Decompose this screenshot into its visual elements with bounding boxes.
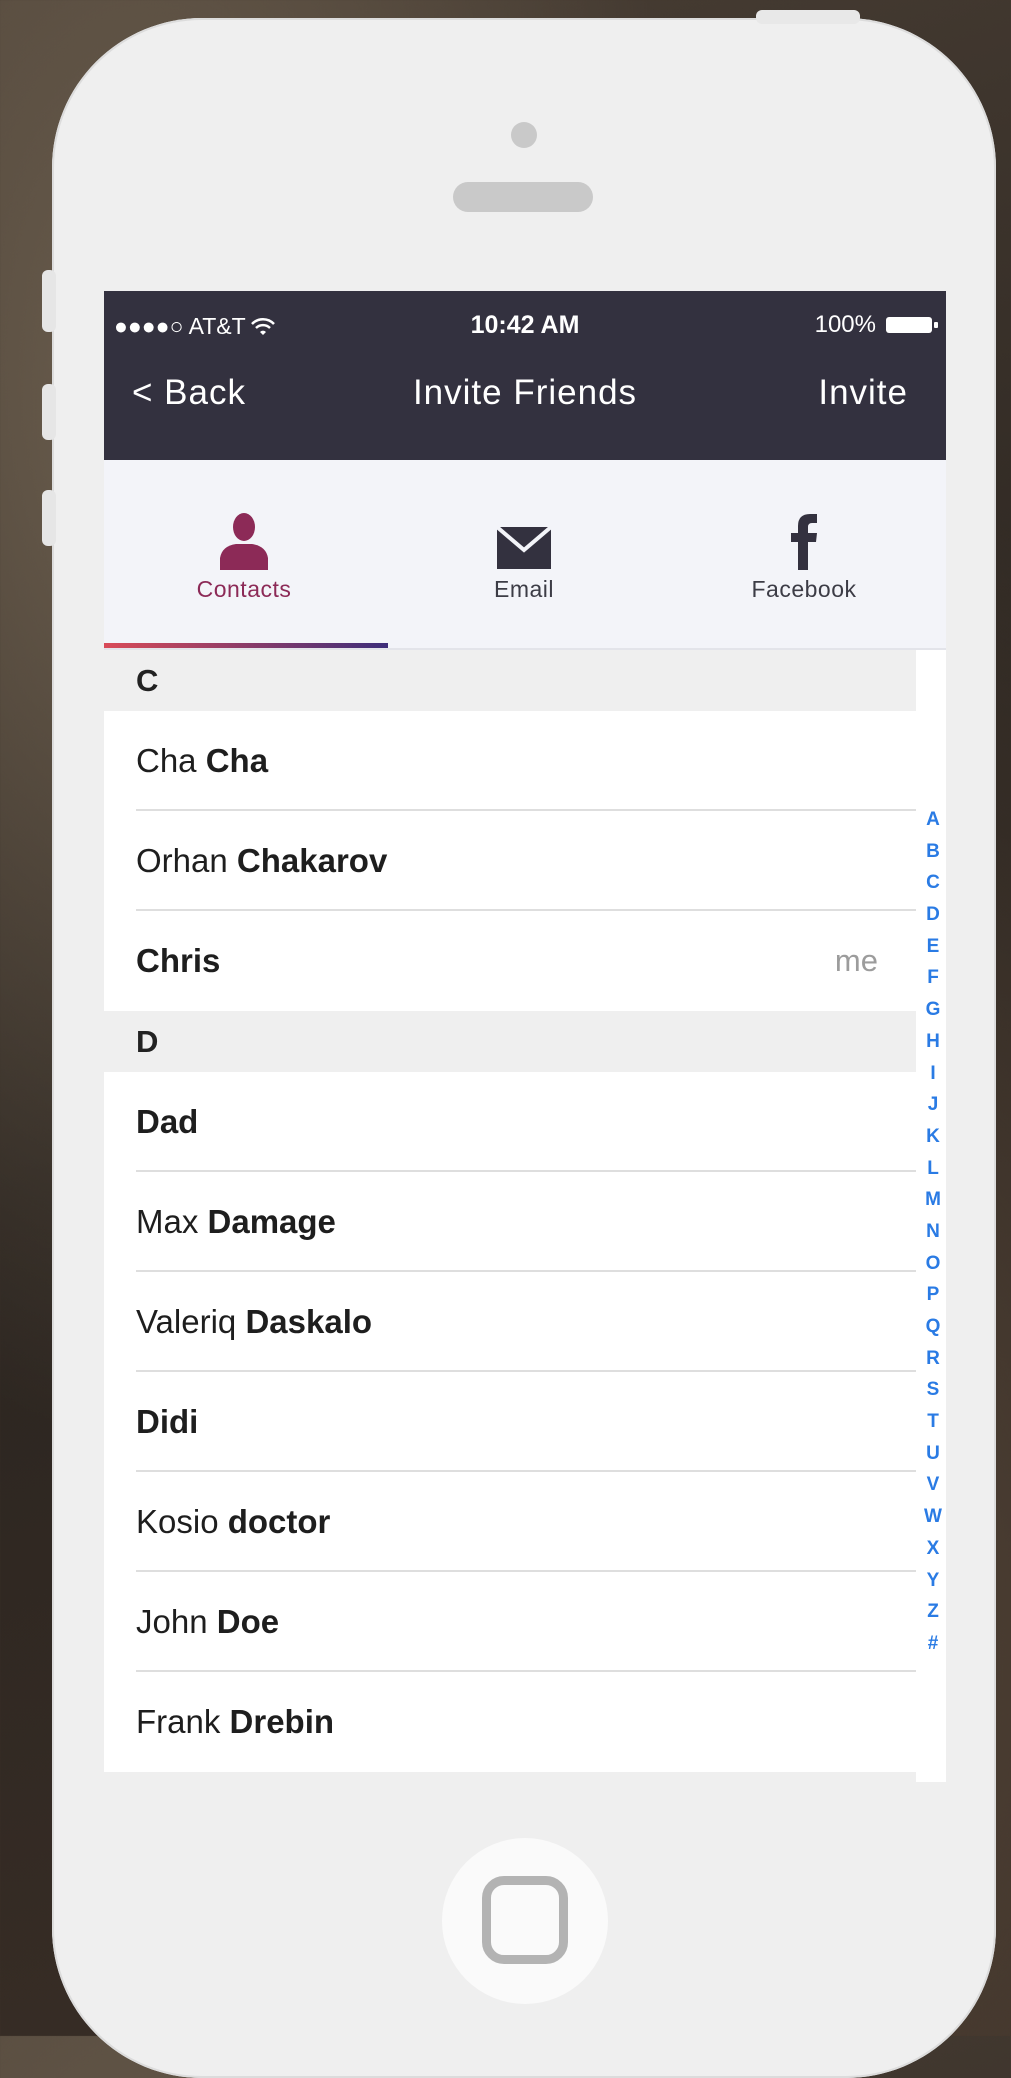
index-letter[interactable]: E [927,931,940,963]
contact-first-name: Max [136,1203,199,1240]
index-letter[interactable]: T [927,1406,939,1438]
contact-last-name: Daskalo [245,1303,373,1340]
contact-last-name: Cha [205,742,269,779]
contact-row[interactable]: Orhan Chakarov [104,811,916,911]
contact-row[interactable]: Cha Cha [104,711,916,811]
contact-row[interactable]: Valeriq Daskalo [104,1272,916,1372]
earpiece-speaker [453,182,593,212]
home-button-icon [482,1876,568,1964]
index-letter[interactable]: K [926,1121,940,1153]
mute-switch [42,270,56,332]
battery-icon [886,317,938,333]
index-letter[interactable]: W [924,1501,942,1533]
index-letter[interactable]: Q [926,1311,941,1343]
section-header-c: C [104,650,916,711]
front-camera [511,122,537,148]
contact-row[interactable]: John Doe [104,1572,916,1672]
contact-first-name: Cha [136,742,197,779]
app-screen: ●●●●○ AT&T 10:42 AM 100% < Back Invite F… [104,291,946,1782]
contact-first-name: Valeriq [136,1303,237,1340]
contact-last-name: Drebin [229,1703,335,1740]
tab-facebook[interactable]: Facebook [664,460,944,648]
index-letter[interactable]: G [926,994,941,1026]
contact-row[interactable]: Frank Drebin [104,1672,916,1772]
volume-down-button [42,490,56,546]
index-letter[interactable]: B [926,836,940,868]
power-button [756,10,860,24]
index-letter[interactable]: F [927,962,939,994]
index-letter[interactable]: X [927,1533,940,1565]
contact-first-name: Frank [136,1703,221,1740]
tab-facebook-label: Facebook [751,576,857,602]
facebook-icon [664,508,944,570]
index-letter[interactable]: I [930,1058,935,1090]
index-letter[interactable]: H [926,1026,940,1058]
index-letter[interactable]: S [927,1374,940,1406]
contact-first-name: Orhan [136,842,228,879]
contact-last-name: doctor [227,1503,331,1540]
contact-last-name: Damage [207,1203,336,1240]
index-letter[interactable]: Z [927,1596,939,1628]
contact-me-tag: me [834,943,878,978]
source-tabs: Contacts Email Facebook [104,460,946,650]
contact-last-name: Doe [216,1603,280,1640]
section-header-d: D [104,1011,916,1072]
tab-contacts[interactable]: Contacts [104,460,384,648]
tab-email-label: Email [493,576,554,602]
index-letter[interactable]: P [927,1279,940,1311]
index-letter[interactable]: L [927,1153,939,1185]
index-letter[interactable]: V [927,1469,940,1501]
contact-last-name: Chris [136,942,221,979]
invite-button[interactable]: Invite [818,373,908,413]
contact-last-name: Dad [136,1103,199,1140]
section-header-next [104,1772,916,1782]
index-letter[interactable]: O [926,1248,941,1280]
contact-row[interactable]: Didi [104,1372,916,1472]
contact-last-name: Chakarov [236,842,388,879]
envelope-icon [384,508,664,570]
active-tab-indicator [104,643,388,648]
volume-up-button [42,384,56,440]
index-letter[interactable]: R [926,1343,940,1375]
contact-first-name: John [136,1603,208,1640]
person-icon [104,508,384,570]
battery-percent: 100% [814,311,876,338]
contact-row[interactable]: Kosio doctor [104,1472,916,1572]
contact-row[interactable]: Dad [104,1072,916,1172]
contact-row[interactable]: Max Damage [104,1172,916,1272]
index-letter[interactable]: M [925,1184,941,1216]
index-letter[interactable]: C [926,867,940,899]
contacts-list: C Cha Cha Orhan Chakarov Chris me D Dad M… [104,650,916,1782]
status-battery: 100% [814,311,938,339]
alphabet-index[interactable]: A B C D E F G H I J K L M N O P Q R S T U V W X Y Z # [920,804,946,1660]
index-letter[interactable]: # [928,1628,939,1660]
index-letter[interactable]: A [926,804,940,836]
index-letter[interactable]: J [928,1089,939,1121]
index-letter[interactable]: U [926,1438,940,1470]
tab-email[interactable]: Email [384,460,664,648]
contact-last-name: Didi [136,1403,199,1440]
navigation-bar: ●●●●○ AT&T 10:42 AM 100% < Back Invite F… [104,291,946,460]
tab-contacts-label: Contacts [196,576,292,602]
contact-row[interactable]: Chris me [104,911,916,1011]
index-letter[interactable]: N [926,1216,940,1248]
index-letter[interactable]: Y [927,1565,940,1597]
contact-first-name: Kosio [136,1503,219,1540]
index-letter[interactable]: D [926,899,940,931]
